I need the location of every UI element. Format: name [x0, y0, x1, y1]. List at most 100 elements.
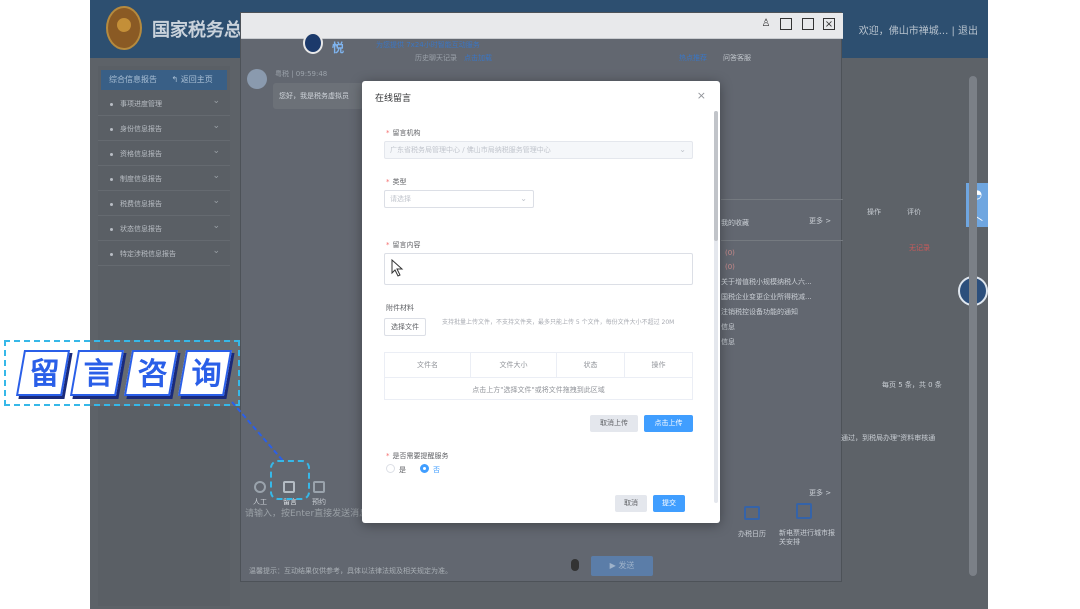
- radio-no-label[interactable]: 否: [433, 465, 440, 475]
- org-select: 广东省税务局管理中心 / 佛山市局纳税服务管理中心 ⌄: [384, 141, 693, 159]
- list-item[interactable]: 信息: [721, 322, 735, 332]
- back-home-label: 返回主页: [180, 75, 213, 84]
- table-header: 操作: [651, 361, 666, 369]
- list-item[interactable]: 国税企业变更企业所得税减...: [721, 292, 812, 302]
- note-line: 通过，到税局办理"资料审核通: [841, 434, 936, 442]
- type-label: * 类型: [386, 178, 407, 186]
- callout-banner: 留 言 咨 询: [4, 340, 240, 406]
- chevron-down-icon: ⌄: [679, 145, 686, 154]
- calendar-icon[interactable]: [744, 506, 760, 520]
- list-item[interactable]: (0): [725, 263, 735, 271]
- callout-char-text: 言: [83, 357, 114, 392]
- callout-char: 咨: [123, 350, 179, 396]
- list-item[interactable]: 注销税控设备功能的通知: [721, 307, 798, 317]
- close-icon[interactable]: ×: [697, 89, 706, 102]
- more-link-2[interactable]: 更多 >: [809, 488, 831, 498]
- eval-status: 无记录: [909, 244, 930, 252]
- appointment-icon[interactable]: [313, 481, 325, 493]
- message-input[interactable]: 请输入，按Enter直接发送消息: [245, 506, 368, 519]
- sidebar-item[interactable]: 税费信息报告: [98, 189, 230, 216]
- expand-icon[interactable]: [780, 18, 792, 30]
- org-label: * 留言机构: [386, 129, 421, 137]
- online-message-dialog: 在线留言 × * 留言机构 广东省税务局管理中心 / 佛山市局纳税服务管理中心 ⌄…: [362, 81, 720, 523]
- dialog-title: 在线留言: [375, 94, 412, 104]
- start-upload-button[interactable]: 点击上传: [644, 415, 693, 432]
- welcome-text[interactable]: 欢迎，佛山市禅城... | 退出: [859, 22, 978, 37]
- dialog-scrollbar[interactable]: [714, 111, 718, 241]
- callout-char: 询: [177, 350, 233, 396]
- callout-char-text: 留: [29, 357, 60, 392]
- radio-no[interactable]: [420, 464, 429, 473]
- type-select[interactable]: 请选择 ⌄: [384, 190, 534, 208]
- message-bubble: 您好，我是税务虚拟员: [273, 83, 363, 109]
- sidebar-item[interactable]: 制度信息报告: [98, 164, 230, 191]
- tab-hot[interactable]: 热点推荐: [679, 53, 707, 63]
- cancel-button[interactable]: 取消: [615, 495, 647, 512]
- bottom-tip: 温馨提示：互动结果仅供参考，具体以法律法规及相关规定为准。: [249, 567, 452, 575]
- callout-text: 留 言 咨 询: [15, 350, 233, 396]
- table-header: 文件名: [385, 353, 471, 377]
- reminder-label: * 是否需要提醒服务: [386, 452, 449, 460]
- sidebar-head-label: 综合信息报告: [109, 75, 157, 84]
- sidebar-item[interactable]: 状态信息报告: [98, 214, 230, 241]
- calendar-label[interactable]: 办税日历: [738, 529, 766, 539]
- sidebar-head[interactable]: 综合信息报告 ↰ 返回主页: [101, 70, 227, 90]
- attach-label: 附件材料: [386, 304, 414, 312]
- callout-char-text: 询: [191, 357, 222, 392]
- chevron-down-icon: ⌄: [520, 194, 527, 203]
- choose-file-button[interactable]: 选择文件: [384, 318, 426, 336]
- sidebar: 综合信息报告 ↰ 返回主页 事项进度管理 身份信息报告 资格信息报告 制度信息报…: [98, 66, 230, 606]
- radio-yes[interactable]: [386, 464, 395, 473]
- sidebar-item[interactable]: 事项进度管理: [98, 89, 230, 116]
- file-drop-zone[interactable]: 点击上方"选择文件"或将文件拖拽到此区域: [385, 377, 692, 401]
- history-table: 操作 评价: [721, 199, 921, 241]
- greeting-text: 您好，我是税务虚拟员: [279, 92, 349, 100]
- list-item[interactable]: (0): [725, 249, 735, 257]
- callout-char: 言: [69, 350, 125, 396]
- invoice-icon[interactable]: [796, 503, 812, 519]
- invoice-label[interactable]: 新电票进行城市报关安排: [779, 529, 835, 547]
- content-label-text: 留言内容: [392, 241, 421, 249]
- submit-button[interactable]: 提交: [653, 495, 685, 512]
- type-placeholder: 请选择: [390, 195, 411, 203]
- send-button[interactable]: ▶ 发送: [591, 556, 653, 576]
- table-header: 状态: [557, 353, 625, 377]
- tax-emblem-logo: [106, 6, 142, 50]
- list-item[interactable]: 信息: [721, 337, 735, 347]
- org-label-text: 留言机构: [392, 129, 421, 137]
- content-label: * 留言内容: [386, 241, 421, 249]
- tagline: 为您提供 7x24小时智能互动服务: [376, 41, 480, 49]
- table-header: 文件大小: [471, 353, 557, 377]
- close-icon[interactable]: ×: [823, 18, 835, 30]
- callout-char: 留: [15, 350, 71, 396]
- sidebar-item[interactable]: 身份信息报告: [98, 114, 230, 141]
- sidebar-item[interactable]: 特定涉税信息报告: [98, 239, 230, 266]
- col-action: 操作: [867, 208, 881, 216]
- brand-overlay: [296, 26, 384, 56]
- user-icon[interactable]: ♙: [760, 18, 772, 30]
- list-item[interactable]: 关于增值税小规模纳税人六...: [721, 277, 812, 287]
- type-label-text: 类型: [392, 178, 407, 186]
- upload-note: 支持批量上传文件，不支持文件夹，最多只能上传 5 个文件，每份文件大小不超过 2…: [442, 319, 675, 326]
- reminder-label-text: 是否需要提醒服务: [392, 452, 449, 460]
- radio-yes-label[interactable]: 是: [399, 465, 406, 475]
- load-more-link[interactable]: 点击加载: [464, 53, 492, 63]
- callout-highlight: [270, 460, 310, 500]
- back-home-link[interactable]: ↰ 返回主页: [172, 75, 213, 84]
- send-label: 发送: [618, 561, 635, 570]
- message-meta: 粤税 | 09:59:48: [275, 70, 328, 78]
- sender-avatar: [247, 69, 267, 89]
- sidebar-item[interactable]: 资格信息报告: [98, 139, 230, 166]
- col-eval: 评价: [907, 208, 921, 216]
- page-scrollbar[interactable]: [969, 76, 977, 576]
- pager-text: 每页 5 条，共 0 条: [882, 381, 942, 389]
- history-link[interactable]: 历史聊天记录: [415, 53, 457, 63]
- cancel-upload-button[interactable]: 取消上传: [590, 415, 638, 432]
- callout-char-text: 咨: [137, 357, 168, 392]
- microphone-icon[interactable]: [571, 559, 579, 571]
- restore-icon[interactable]: [802, 18, 814, 30]
- content-textarea[interactable]: [384, 253, 693, 285]
- tab-faq[interactable]: 问答客服: [723, 53, 751, 63]
- file-table: 文件名 文件大小 状态 操作 点击上方"选择文件"或将文件拖拽到此区域: [384, 352, 693, 400]
- headset-icon[interactable]: [254, 481, 266, 493]
